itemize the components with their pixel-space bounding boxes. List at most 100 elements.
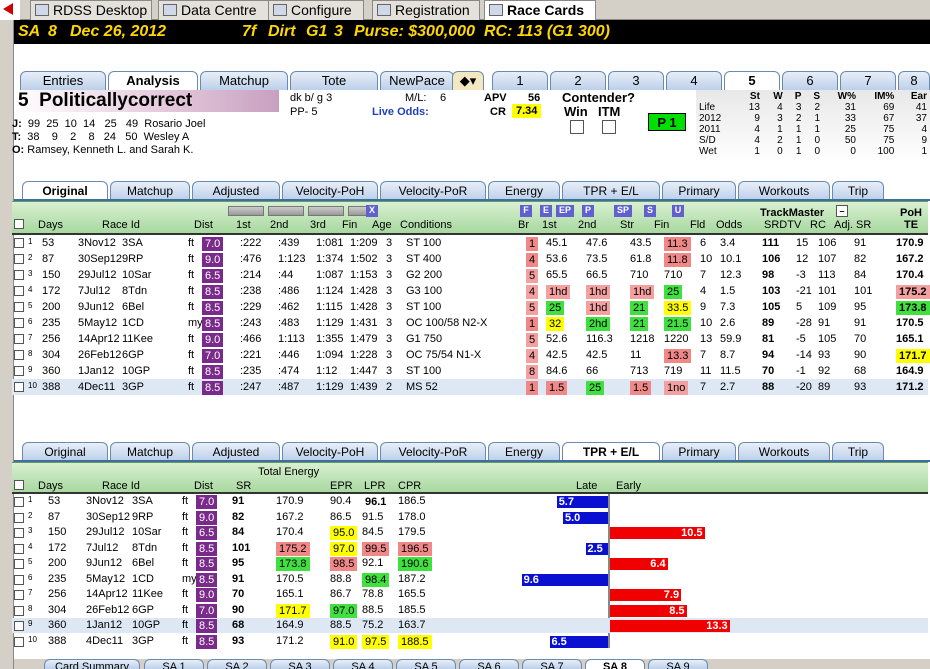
row-checkbox[interactable] [14, 302, 24, 312]
row-checkbox[interactable] [14, 286, 24, 296]
subtab-velocity-poh[interactable]: Velocity-PoH [282, 442, 378, 461]
subtab-trip[interactable]: Trip [832, 181, 884, 200]
pace-ep-button[interactable]: EP [556, 205, 574, 217]
pace-fin-button[interactable] [348, 206, 368, 216]
row-checkbox[interactable] [14, 528, 24, 538]
row-checkbox[interactable] [14, 543, 24, 554]
horse-tab-8[interactable]: 8 [898, 71, 930, 90]
horse-tab-7[interactable]: 7 [840, 71, 896, 90]
tab-matchup[interactable]: Matchup [200, 71, 288, 90]
horse-tab-4[interactable]: 4 [666, 71, 722, 90]
subtab-tpr-e-l[interactable]: TPR + E/L [562, 181, 660, 200]
pace-f-button[interactable]: F [520, 205, 532, 217]
subtab-velocity-por[interactable]: Velocity-PoR [380, 442, 486, 461]
bottom-tab-sa-2[interactable]: SA 2 [207, 659, 267, 669]
tab-configure[interactable]: Configure [268, 0, 364, 20]
back-arrow-icon[interactable] [0, 0, 20, 20]
row-checkbox[interactable] [14, 574, 24, 585]
table-row[interactable]: 1 53 3Nov12 3SA ft 7.0:222:439 1:081 1:209 3 ST 1… [12, 235, 928, 251]
pace-3rd-button[interactable] [308, 206, 344, 216]
tab-registration[interactable]: Registration [372, 0, 480, 20]
horse-tab-6[interactable]: 6 [782, 71, 838, 90]
row-checkbox[interactable] [14, 559, 24, 569]
table-row[interactable]: 7 256 14Apr12 11Kee ft 9.0:466 1:113 1:355 1:479… [12, 331, 928, 347]
row-checkbox[interactable] [14, 497, 24, 507]
bottom-tab-sa-5[interactable]: SA 5 [396, 659, 456, 669]
subtab-velocity-por[interactable]: Velocity-PoR [380, 181, 486, 200]
select-all-checkbox-2[interactable] [14, 480, 24, 490]
row-checkbox[interactable] [14, 350, 24, 360]
row-checkbox[interactable] [14, 590, 24, 600]
subtab-primary[interactable]: Primary [662, 442, 736, 461]
pace-s-button[interactable]: S [644, 205, 656, 217]
table-row[interactable]: 3 150 29Jul12 10Sar ft 6.5:214:44 1:087 1:153 3 G… [12, 267, 928, 283]
table-row[interactable]: 2 87 30Sep12 9RP ft 9.0 82 167.2 86.5 91.5 178.0 5.… [12, 510, 928, 525]
subtab-primary[interactable]: Primary [662, 181, 736, 200]
table-row[interactable]: 6 235 5May12 1CD my 8.5 91 170.5 88.8 98.4 187.2 9.… [12, 572, 928, 587]
select-all-checkbox[interactable] [14, 219, 24, 229]
subtab-workouts[interactable]: Workouts [738, 181, 830, 200]
tab-analysis[interactable]: Analysis [108, 71, 198, 91]
table-row[interactable]: 2 87 30Sep12 9RP ft 9.0:476 1:123 1:374 1:502 3 ST… [12, 251, 928, 267]
row-checkbox[interactable] [14, 238, 24, 248]
table-row[interactable]: 9 360 1Jan12 10GP ft 8.5 68 164.9 88.5 75.2 163.7 1… [12, 618, 928, 633]
subtab-adjusted[interactable]: Adjusted [192, 181, 280, 200]
table-row[interactable]: 3 150 29Jul12 10Sar ft 6.5 84 170.4 95.0 84.5 179.… [12, 525, 928, 540]
subtab-adjusted[interactable]: Adjusted [192, 442, 280, 461]
bottom-tab-sa-9[interactable]: SA 9 [648, 659, 708, 669]
horse-tab-3[interactable]: 3 [608, 71, 664, 90]
pace-1st-button[interactable] [228, 206, 264, 216]
row-checkbox[interactable] [14, 270, 24, 280]
horse-tab-5[interactable]: 5 [724, 71, 780, 91]
row-checkbox[interactable] [14, 636, 24, 647]
subtab-original[interactable]: Original [22, 181, 108, 201]
collapse-button[interactable]: – [836, 205, 848, 217]
bottom-tab-sa-4[interactable]: SA 4 [333, 659, 393, 669]
table-row[interactable]: 10 388 4Dec11 3GP ft 8.5:247:487 1:129 1:439 2 MS… [12, 379, 928, 395]
row-checkbox[interactable] [14, 512, 24, 523]
subtab-workouts[interactable]: Workouts [738, 442, 830, 461]
itm-checkbox[interactable] [602, 120, 616, 134]
row-checkbox[interactable] [14, 366, 24, 376]
tab-entries[interactable]: Entries [20, 71, 106, 90]
table-row[interactable]: 4 172 7Jul12 8Tdn ft 8.5:238:486 1:124 1:428 3 G3… [12, 283, 930, 299]
bottom-tab-sa-3[interactable]: SA 3 [270, 659, 330, 669]
row-checkbox[interactable] [14, 334, 24, 344]
tab-newpace[interactable]: NewPace [380, 71, 454, 90]
horse-tab-1[interactable]: 1 [492, 71, 548, 90]
row-checkbox[interactable] [14, 621, 24, 631]
row-checkbox[interactable] [14, 318, 24, 328]
row-checkbox[interactable] [14, 382, 24, 392]
subtab-energy[interactable]: Energy [488, 442, 560, 461]
table-row[interactable]: 4 172 7Jul12 8Tdn ft 8.5 101 175.2 97.0 99.5 196.5… [12, 541, 928, 556]
pace-2nd-button[interactable] [268, 206, 304, 216]
subtab-velocity-poh[interactable]: Velocity-PoH [282, 181, 378, 200]
horse-tab-2[interactable]: 2 [550, 71, 606, 90]
table-row[interactable]: 8 304 26Feb12 6GP ft 7.0:221:446 1:094 1:228 3 OC… [12, 347, 930, 363]
table-row[interactable]: 8 304 26Feb12 6GP ft 7.0 90 171.7 97.0 88.5 185.5 8… [12, 603, 928, 618]
tab-rdss-desktop[interactable]: RDSS Desktop [30, 0, 152, 20]
pace-sp-button[interactable]: SP [614, 205, 632, 217]
table-row[interactable]: 5 200 9Jun12 6Bel ft 8.5:229:462 1:115 1:428 3 ST… [12, 299, 930, 315]
table-row[interactable]: 6 235 5May12 1CD my 8.5:243:483 1:129 1:431 3 OC … [12, 315, 928, 331]
bottom-tab-sa-8[interactable]: SA 8 [585, 659, 645, 669]
pace-u-button[interactable]: U [672, 205, 684, 217]
subtab-matchup[interactable]: Matchup [110, 181, 190, 200]
bottom-tab-sa-6[interactable]: SA 6 [459, 659, 519, 669]
row-checkbox[interactable] [14, 254, 24, 264]
win-checkbox[interactable] [570, 120, 584, 134]
bottom-tab-card-summary[interactable]: Card Summary [44, 659, 140, 669]
tab-tote[interactable]: Tote [290, 71, 378, 90]
bottom-tab-sa-7[interactable]: SA 7 [522, 659, 582, 669]
tab-race-cards[interactable]: Race Cards [484, 0, 596, 21]
subtab-energy[interactable]: Energy [488, 181, 560, 200]
subtab-original[interactable]: Original [22, 442, 108, 461]
diamond-icon[interactable]: ◆▾ [452, 71, 484, 90]
pace-p-button[interactable]: P [582, 205, 594, 217]
pace-x-button[interactable]: X [366, 205, 378, 217]
table-row[interactable]: 10 388 4Dec11 3GP ft 8.5 93 171.2 91.0 97.5 188.5 6… [12, 634, 928, 649]
row-checkbox[interactable] [14, 605, 24, 616]
pace-e-button[interactable]: E [540, 205, 552, 217]
table-row[interactable]: 9 360 1Jan12 10GP ft 8.5:235:474 1:12 1:447 3 ST … [12, 363, 928, 379]
table-row[interactable]: 1 53 3Nov12 3SA ft 7.0 91 170.9 90.4 96.1 186.5 5.7 [12, 494, 928, 509]
